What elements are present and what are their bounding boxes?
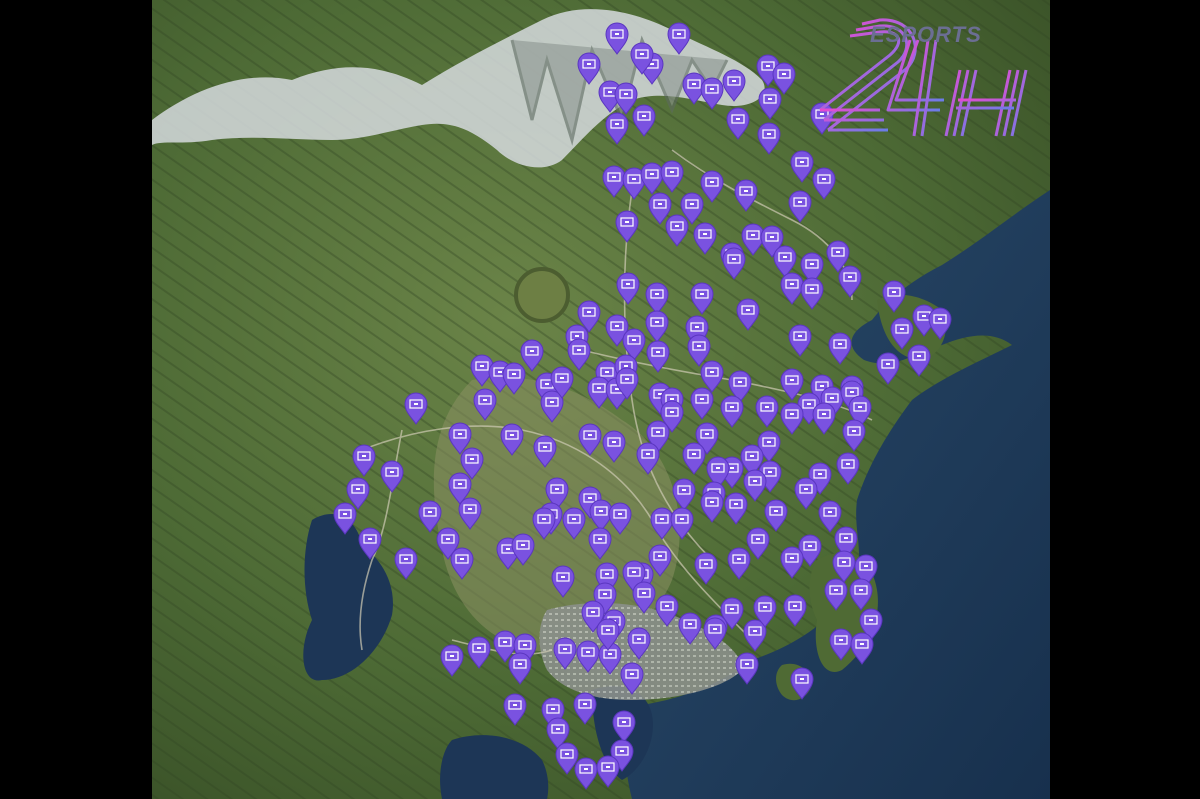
- crater: [514, 267, 570, 323]
- logo-esports-text: ESPORTS: [870, 22, 982, 47]
- map-viewport[interactable]: ESPORTS: [152, 0, 1050, 799]
- esports24h-logo: ESPORTS: [810, 0, 1050, 150]
